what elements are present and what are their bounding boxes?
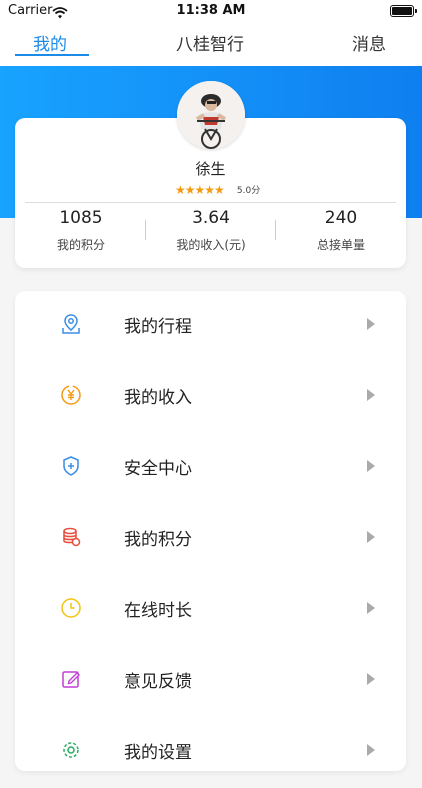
tab-mine[interactable]: 我的	[33, 30, 67, 55]
tab-bagui-zhixing[interactable]: 八桂智行	[176, 30, 244, 55]
chevron-right-icon	[367, 602, 375, 614]
clock-time: 11:38 AM	[176, 3, 246, 18]
stat-points-label: 我的积分	[56, 238, 105, 252]
stat-income-value: 3.64	[192, 208, 230, 228]
avatar[interactable]	[177, 81, 245, 149]
menu-item-label: 意见反馈	[124, 672, 192, 692]
tab-messages[interactable]: 消息	[352, 30, 386, 55]
active-tab-indicator	[15, 54, 89, 56]
menu-item-label: 我的收入	[124, 388, 192, 408]
gear-icon	[60, 739, 82, 761]
yuan-coin-icon	[60, 384, 82, 406]
edit-icon	[60, 668, 82, 690]
chevron-right-icon	[367, 673, 375, 685]
stat-income-label: 我的收入(元)	[176, 238, 246, 252]
menu-item-feedback[interactable]: 意见反馈	[15, 646, 406, 717]
star-rating-icon: ★★★★★	[175, 183, 225, 197]
chevron-right-icon	[367, 460, 375, 472]
status-bar: Carrier 11:38 AM	[0, 0, 422, 22]
chevron-right-icon	[367, 531, 375, 543]
cyclist-photo	[177, 81, 245, 149]
menu-item-online-duration[interactable]: 在线时长	[15, 575, 406, 646]
chevron-right-icon	[367, 744, 375, 756]
menu-list: 我的行程 我的收入 安全中心 我的积分 在线时长 意见反馈 我的设置	[15, 291, 406, 771]
menu-item-label: 我的行程	[124, 317, 192, 337]
stat-orders-value: 240	[324, 208, 358, 228]
menu-item-my-points[interactable]: 我的积分	[15, 504, 406, 575]
menu-item-security-center[interactable]: 安全中心	[15, 433, 406, 504]
card-divider	[25, 202, 396, 203]
rating-row: ★★★★★ 5.0分	[175, 179, 261, 197]
stat-orders[interactable]: 240 总接单量	[276, 208, 406, 253]
stat-points-value: 1085	[59, 208, 103, 228]
user-name: 徐生	[195, 160, 226, 178]
shield-icon	[60, 455, 82, 477]
stat-orders-label: 总接单量	[316, 238, 365, 252]
menu-item-my-trips[interactable]: 我的行程	[15, 291, 406, 362]
menu-item-my-income[interactable]: 我的收入	[15, 362, 406, 433]
top-tab-bar: 我的 八桂智行 消息	[0, 22, 422, 66]
battery-icon	[390, 5, 417, 17]
menu-item-label: 我的设置	[124, 743, 192, 763]
menu-item-label: 安全中心	[124, 459, 192, 479]
stat-points[interactable]: 1085 我的积分	[16, 208, 146, 253]
location-icon	[60, 313, 82, 335]
rating-score: 5.0分	[236, 186, 261, 196]
stat-income[interactable]: 3.64 我的收入(元)	[146, 208, 276, 253]
menu-item-label: 在线时长	[124, 601, 192, 621]
menu-item-settings[interactable]: 我的设置	[15, 717, 406, 788]
chevron-right-icon	[367, 389, 375, 401]
chevron-right-icon	[367, 318, 375, 330]
menu-item-label: 我的积分	[124, 530, 192, 550]
clock-icon	[60, 597, 82, 619]
coins-stack-icon	[60, 526, 82, 548]
